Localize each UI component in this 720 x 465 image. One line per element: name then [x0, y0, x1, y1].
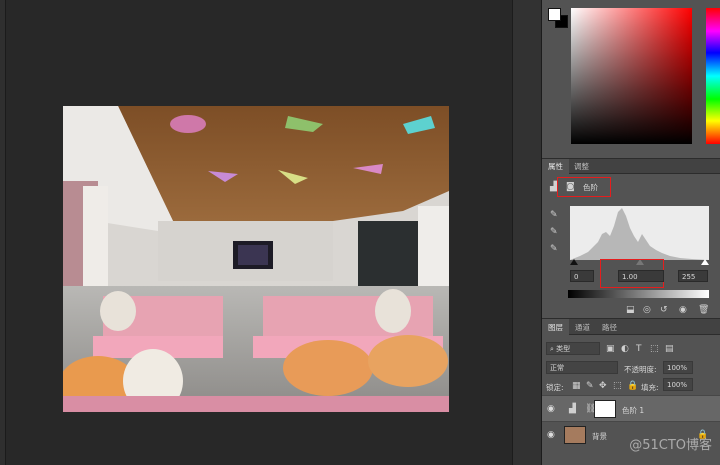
filter-adjustment-icon[interactable]: ◐: [621, 344, 629, 354]
tab-layers[interactable]: 图层: [542, 319, 569, 336]
adjustment-name: 色阶: [583, 183, 598, 192]
eyedropper-black-icon[interactable]: ✎: [550, 210, 558, 220]
input-black-field[interactable]: 0: [570, 270, 594, 282]
mask-icon[interactable]: ◙: [566, 182, 575, 192]
eyedropper-gray-icon[interactable]: ✎: [550, 227, 558, 237]
output-levels-gradient: [568, 290, 709, 298]
document-workspace[interactable]: [0, 0, 512, 465]
right-panels: 属性 调整 ▟ ◙ 色阶 ✎ ✎ ✎ 0 1.00 255 ⬓ ◎ ↺ ◉ 🗑 …: [542, 0, 720, 465]
fill-label: 填充:: [641, 383, 659, 392]
tab-properties[interactable]: 属性: [542, 159, 569, 175]
layers-tab-bar: 图层 通道 路径: [542, 318, 720, 336]
lock-image-icon[interactable]: ✎: [586, 381, 594, 391]
lock-position-icon[interactable]: ✥: [599, 381, 607, 391]
layer-row-levels[interactable]: ◉ ▟ ⛓ 色阶 1: [542, 395, 720, 421]
properties-tab-bar: 属性 调整: [542, 158, 720, 175]
color-panel: [542, 0, 720, 158]
canvas-image[interactable]: [63, 106, 449, 412]
input-gamma-field[interactable]: 1.00: [618, 270, 664, 282]
tab-adjustments[interactable]: 调整: [568, 159, 595, 175]
search-icon: ⌕: [550, 345, 554, 353]
tab-channels[interactable]: 通道: [569, 319, 596, 336]
layer-mask-thumbnail[interactable]: [594, 400, 616, 418]
layer-filter-value: 类型: [556, 345, 571, 353]
eye-icon[interactable]: ◉: [547, 430, 555, 440]
eye-icon[interactable]: ◉: [679, 305, 687, 315]
lock-transparent-icon[interactable]: ▦: [572, 381, 581, 391]
input-white-field[interactable]: 255: [678, 270, 708, 282]
histogram-icon: ▟: [550, 182, 557, 192]
view-previous-icon[interactable]: ◎: [643, 305, 651, 315]
blend-mode-dropdown[interactable]: 正常: [546, 361, 618, 374]
panel-dock-strip: [512, 0, 542, 465]
opacity-label: 不透明度:: [624, 365, 657, 374]
reset-icon[interactable]: ↺: [660, 305, 668, 315]
opacity-field[interactable]: 100%: [663, 361, 693, 374]
eye-icon[interactable]: ◉: [547, 404, 555, 414]
toolbar-edge: [0, 0, 6, 465]
levels-histogram: [570, 206, 709, 260]
filter-type-icon[interactable]: T: [636, 344, 642, 354]
filter-smart-object-icon[interactable]: ▤: [665, 344, 674, 354]
lock-icon[interactable]: 🔒: [627, 381, 638, 391]
classroom-photo: [63, 106, 449, 412]
clip-to-layer-icon[interactable]: ⬓: [626, 305, 635, 315]
foreground-color-swatch-top: [548, 8, 561, 21]
layer-thumbnail: [564, 426, 586, 444]
tab-paths[interactable]: 路径: [596, 319, 623, 336]
histogram-icon: ▟: [569, 404, 576, 414]
watermark: @51CTO博客: [629, 438, 712, 453]
hue-slider[interactable]: [706, 8, 720, 144]
filter-shape-icon[interactable]: ⬚: [650, 344, 659, 354]
color-picker-field[interactable]: [571, 8, 692, 144]
trash-icon[interactable]: 🗑: [698, 305, 709, 315]
filter-pixel-icon[interactable]: ▣: [606, 344, 615, 354]
layer-name[interactable]: 色阶 1: [622, 405, 644, 416]
eyedropper-white-icon[interactable]: ✎: [550, 244, 558, 254]
layer-name[interactable]: 背景: [592, 431, 607, 442]
layer-filter-dropdown[interactable]: ⌕ 类型: [546, 342, 600, 355]
properties-header: ▟ ◙ 色阶: [542, 176, 720, 198]
fill-field[interactable]: 100%: [663, 378, 693, 391]
lock-artboard-icon[interactable]: ⬚: [613, 381, 622, 391]
lock-label: 锁定:: [546, 383, 564, 392]
